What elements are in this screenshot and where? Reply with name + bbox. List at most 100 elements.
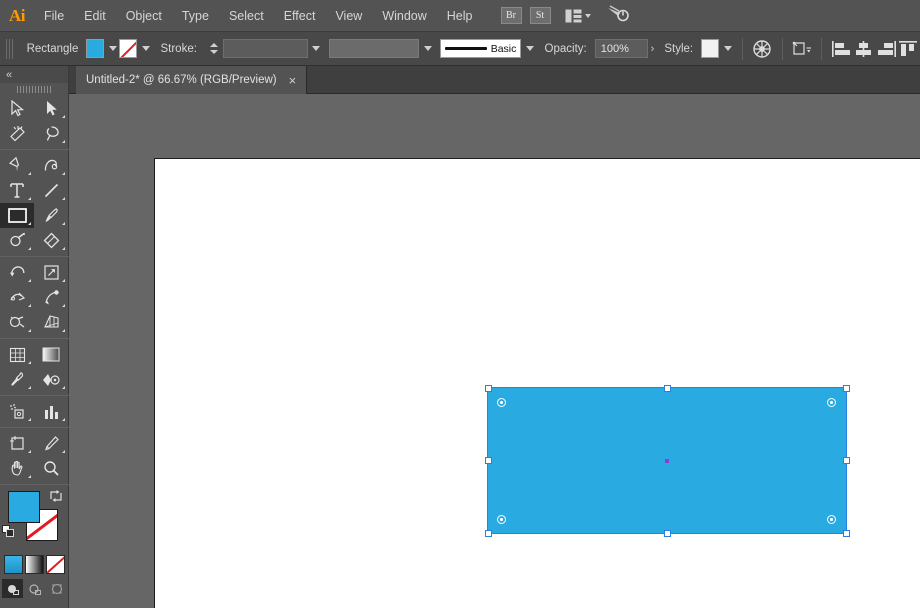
menu-item-effect[interactable]: Effect: [274, 0, 326, 32]
fill-color-swatch[interactable]: [86, 39, 105, 58]
handle-bottom-center[interactable]: [663, 529, 671, 537]
draw-behind-button[interactable]: [24, 579, 45, 598]
default-fill-stroke-icon[interactable]: [2, 525, 15, 538]
document-tab-bar: Untitled-2* @ 66.67% (RGB/Preview) ×: [0, 66, 920, 94]
menu-item-object[interactable]: Object: [116, 0, 172, 32]
graphic-style-swatch[interactable]: [701, 39, 720, 58]
line-segment-tool[interactable]: [34, 178, 68, 203]
pen-tool[interactable]: [0, 153, 34, 178]
control-bar-divider-3: [821, 37, 822, 60]
recolor-artwork-icon[interactable]: [751, 38, 774, 60]
corner-radius-widget-top-right[interactable]: [827, 398, 836, 407]
fill-dropdown-chevron-icon[interactable]: [106, 39, 119, 58]
gradient-tool[interactable]: [34, 342, 68, 367]
swap-fill-stroke-icon[interactable]: [49, 489, 63, 503]
align-right-icon[interactable]: [875, 38, 898, 60]
opacity-expand-chevron-icon[interactable]: ›: [651, 43, 655, 55]
corner-radius-widget-top-left[interactable]: [497, 398, 506, 407]
menu-item-type[interactable]: Type: [172, 0, 219, 32]
menu-item-file[interactable]: File: [34, 0, 74, 32]
mesh-tool[interactable]: [0, 342, 34, 367]
canvas-area[interactable]: [69, 94, 920, 608]
artboard-tool[interactable]: [0, 431, 34, 456]
width-profile-chevron-icon[interactable]: [421, 39, 434, 58]
handle-bottom-left[interactable]: [484, 529, 492, 537]
handle-top-left[interactable]: [484, 384, 492, 392]
chevron-down-icon: [584, 13, 591, 18]
menu-item-window[interactable]: Window: [372, 0, 436, 32]
eyedropper-tool[interactable]: [0, 367, 34, 392]
bridge-icon[interactable]: Br: [500, 7, 522, 24]
scale-tool[interactable]: [34, 260, 68, 285]
slice-tool[interactable]: [34, 431, 68, 456]
handle-top-center[interactable]: [663, 384, 671, 392]
fill-color-indicator[interactable]: [8, 491, 40, 523]
align-left-icon[interactable]: [830, 38, 853, 60]
draw-inside-button[interactable]: [46, 579, 67, 598]
rectangle-tool[interactable]: [0, 203, 34, 228]
corner-radius-widget-bottom-left[interactable]: [497, 515, 506, 524]
lasso-tool[interactable]: [34, 121, 68, 146]
corner-radius-widget-bottom-right[interactable]: [827, 515, 836, 524]
brush-definition-chevron-icon[interactable]: [523, 39, 536, 58]
arrange-documents-icon[interactable]: [565, 9, 591, 23]
brush-definition-dropdown[interactable]: Basic: [440, 39, 522, 58]
curvature-tool[interactable]: [34, 153, 68, 178]
width-tool[interactable]: [0, 285, 34, 310]
tools-panel-grip[interactable]: [0, 83, 68, 96]
control-bar: Rectangle Stroke: Basic Opacity: 100% › …: [0, 32, 920, 66]
close-icon[interactable]: ×: [289, 74, 297, 87]
none-mode-button[interactable]: [46, 555, 65, 574]
perspective-grid-tool[interactable]: [34, 310, 68, 335]
selection-tool[interactable]: [0, 96, 34, 121]
style-chevron-icon[interactable]: [721, 39, 734, 58]
handle-bottom-right[interactable]: [842, 529, 850, 537]
collapse-panel-button[interactable]: «: [0, 66, 68, 83]
direct-selection-tool[interactable]: [34, 96, 68, 121]
opacity-input[interactable]: 100%: [594, 39, 648, 58]
handle-middle-right[interactable]: [842, 457, 850, 464]
hand-tool[interactable]: [0, 456, 34, 481]
stock-icon[interactable]: St: [529, 7, 551, 24]
tools-panel: «: [0, 66, 69, 608]
artboard[interactable]: [154, 158, 920, 608]
column-graph-tool[interactable]: [34, 399, 68, 424]
menu-item-view[interactable]: View: [325, 0, 372, 32]
align-horizontal-center-icon[interactable]: [852, 38, 875, 60]
eraser-tool[interactable]: [34, 228, 68, 253]
rotate-tool[interactable]: [0, 260, 34, 285]
control-bar-grip[interactable]: [6, 38, 13, 59]
zoom-tool[interactable]: [34, 456, 68, 481]
stroke-weight-chevron-icon[interactable]: [310, 39, 323, 58]
stroke-weight-label: Stroke:: [160, 42, 197, 55]
shaper-tool[interactable]: [0, 228, 34, 253]
magic-wand-tool[interactable]: [0, 121, 34, 146]
color-mode-button[interactable]: [4, 555, 23, 574]
workspace-switcher-icon[interactable]: [607, 4, 629, 27]
type-tool[interactable]: [0, 178, 34, 203]
symbol-sprayer-tool[interactable]: [0, 399, 34, 424]
handle-middle-left[interactable]: [484, 457, 492, 464]
document-tab[interactable]: Untitled-2* @ 66.67% (RGB/Preview) ×: [76, 66, 308, 94]
transform-icon[interactable]: [791, 38, 814, 60]
blend-tool[interactable]: [34, 367, 68, 392]
stroke-weight-input[interactable]: [223, 39, 308, 58]
menu-item-select[interactable]: Select: [219, 0, 274, 32]
stroke-dropdown-chevron-icon[interactable]: [139, 39, 152, 58]
stroke-weight-stepper[interactable]: [209, 39, 219, 58]
draw-normal-button[interactable]: [2, 579, 23, 598]
align-top-icon[interactable]: [897, 38, 920, 60]
free-transform-tool[interactable]: [34, 285, 68, 310]
paintbrush-tool[interactable]: [34, 203, 68, 228]
menu-item-help[interactable]: Help: [437, 0, 483, 32]
stroke-color-swatch[interactable]: [119, 39, 138, 58]
handle-top-right[interactable]: [842, 384, 850, 392]
gradient-mode-button[interactable]: [25, 555, 44, 574]
variable-width-profile-dropdown[interactable]: [328, 39, 420, 58]
document-tab-title: Untitled-2* @ 66.67% (RGB/Preview): [86, 74, 277, 86]
menubar-right-group: Br St: [500, 4, 629, 27]
menu-item-edit[interactable]: Edit: [74, 0, 116, 32]
shape-builder-tool[interactable]: [0, 310, 34, 335]
opacity-label: Opacity:: [544, 42, 587, 55]
tool-grid: [0, 96, 69, 481]
